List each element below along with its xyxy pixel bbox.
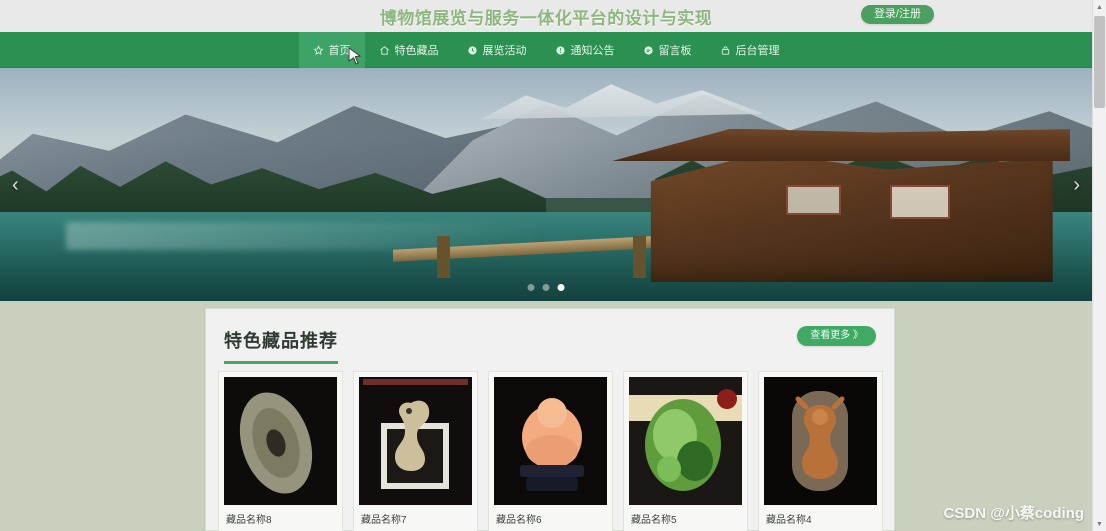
star-icon <box>313 44 324 56</box>
carousel-dot-2[interactable] <box>542 284 550 291</box>
collection-name: 藏品名称8 <box>224 505 337 531</box>
carousel-indicator-dots <box>527 284 565 291</box>
carousel-dot-1[interactable] <box>527 284 535 291</box>
featured-collections-panel: 特色藏品推荐 查看更多 》 藏品名称8 年代年代8 藏品名称7 年代年代7 <box>205 308 895 531</box>
comment-icon <box>643 45 654 56</box>
panel-header: 特色藏品推荐 查看更多 》 <box>206 309 894 367</box>
nav-item-featured-collections[interactable]: 特色藏品 <box>365 32 453 68</box>
nav-item-announcements[interactable]: 通知公告 <box>541 32 629 68</box>
carousel-dot-3[interactable] <box>557 284 565 291</box>
page-scrollbar[interactable]: ▲ ▼ <box>1092 0 1106 531</box>
section-title: 特色藏品推荐 <box>224 327 338 364</box>
collection-card[interactable]: 藏品名称7 年代年代7 <box>353 371 478 531</box>
collection-name: 藏品名称7 <box>359 505 472 531</box>
collection-image <box>629 377 742 505</box>
nav-item-label: 展览活动 <box>482 45 527 57</box>
carousel-slide-image <box>0 68 1092 301</box>
collection-name: 藏品名称4 <box>764 505 877 531</box>
page-title: 博物馆展览与服务一体化平台的设计与实现 <box>379 8 713 28</box>
collection-card-list: 藏品名称8 年代年代8 藏品名称7 年代年代7 藏品名称6 年代年代6 <box>218 371 883 531</box>
nav-item-admin[interactable]: 后台管理 <box>706 32 794 68</box>
nav-item-label: 留言板 <box>658 45 692 57</box>
nav-item-exhibitions[interactable]: 展览活动 <box>453 32 541 68</box>
home-icon <box>379 45 390 56</box>
nav-item-home[interactable]: 首页 <box>298 32 365 68</box>
collection-name: 藏品名称5 <box>629 505 742 531</box>
collection-image <box>224 377 337 505</box>
watermark: CSDN @小蔡coding <box>943 505 1084 522</box>
page-root: 博物馆展览与服务一体化平台的设计与实现 登录/注册 首页 特色藏品 展览活动 通… <box>0 0 1106 531</box>
hero-carousel[interactable]: ‹ › <box>0 68 1092 301</box>
clock-icon <box>467 45 478 56</box>
carousel-prev-arrow[interactable]: ‹ <box>12 175 19 195</box>
collection-name: 藏品名称6 <box>494 505 607 531</box>
lock-icon <box>720 45 731 56</box>
view-more-button[interactable]: 查看更多 》 <box>797 326 876 346</box>
nav-item-label: 通知公告 <box>570 45 615 57</box>
collection-image <box>764 377 877 505</box>
collection-card[interactable]: 藏品名称5 年代年代5 <box>623 371 748 531</box>
main-navigation: 首页 特色藏品 展览活动 通知公告 留言板 后台管理 <box>0 32 1092 68</box>
collection-image <box>494 377 607 505</box>
collection-image <box>359 377 472 505</box>
login-register-button[interactable]: 登录/注册 <box>860 5 934 24</box>
scrollbar-thumb[interactable] <box>1094 16 1105 108</box>
bell-icon <box>555 45 566 56</box>
nav-item-label: 首页 <box>328 45 351 57</box>
collection-card[interactable]: 藏品名称8 年代年代8 <box>218 371 343 531</box>
collection-card[interactable]: 藏品名称6 年代年代6 <box>488 371 613 531</box>
nav-item-label: 后台管理 <box>735 45 780 57</box>
nav-item-message-board[interactable]: 留言板 <box>629 32 706 68</box>
carousel-next-arrow[interactable]: › <box>1073 175 1080 195</box>
collection-card[interactable]: 藏品名称4 年代年代4 <box>758 371 883 531</box>
scroll-down-arrow-icon[interactable]: ▼ <box>1093 517 1106 531</box>
nav-item-label: 特色藏品 <box>394 45 439 57</box>
scroll-up-arrow-icon[interactable]: ▲ <box>1093 0 1106 14</box>
